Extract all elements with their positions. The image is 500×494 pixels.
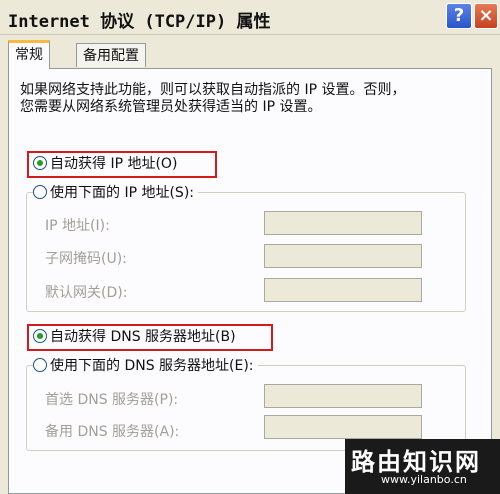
manual-dns-radio[interactable]: 使用下面的 DNS 服务器地址(E): xyxy=(33,356,258,376)
subnet-mask-field[interactable] xyxy=(264,244,422,268)
default-gateway-label: 默认网关(D): xyxy=(45,285,128,301)
tab-general[interactable]: 常规 xyxy=(8,40,50,69)
watermark: 路由知识网 www.yilanbo.cn xyxy=(345,439,500,494)
window-title: Internet 协议 (TCP/IP) 属性 xyxy=(8,12,271,32)
auto-dns-label: 自动获得 DNS 服务器地址(B) xyxy=(50,329,236,345)
alternate-dns-field[interactable] xyxy=(264,415,422,439)
description-text: 如果网络支持此功能，则可以获取自动指派的 IP 设置。否则， 您需要从网络系统管… xyxy=(20,82,480,116)
preferred-dns-field[interactable] xyxy=(264,384,422,408)
watermark-url: www.yilanbo.cn xyxy=(381,473,467,486)
radio-selected-icon xyxy=(33,329,47,343)
alternate-dns-label: 备用 DNS 服务器(A): xyxy=(45,424,180,440)
ip-address-field[interactable] xyxy=(264,211,422,235)
manual-dns-label: 使用下面的 DNS 服务器地址(E): xyxy=(50,358,254,374)
preferred-dns-label: 首选 DNS 服务器(P): xyxy=(45,392,179,408)
description-line: 您需要从网络系统管理员处获得适当的 IP 设置。 xyxy=(20,99,322,115)
subnet-mask-label: 子网掩码(U): xyxy=(45,251,127,267)
auto-dns-radio[interactable]: 自动获得 DNS 服务器地址(B) xyxy=(33,327,236,347)
radio-selected-icon xyxy=(33,156,47,170)
manual-ip-radio[interactable]: 使用下面的 IP 地址(S): xyxy=(33,183,198,203)
help-button[interactable]: ? xyxy=(446,3,472,29)
title-bar: Internet 协议 (TCP/IP) 属性 ? × xyxy=(0,0,500,35)
ip-address-label: IP 地址(I): xyxy=(45,218,110,234)
radio-unselected-icon xyxy=(33,358,47,372)
close-button[interactable]: × xyxy=(474,3,498,29)
radio-unselected-icon xyxy=(33,185,47,199)
tab-alternate-config[interactable]: 备用配置 xyxy=(76,43,146,67)
description-line: 如果网络支持此功能，则可以获取自动指派的 IP 设置。否则， xyxy=(20,82,406,98)
manual-ip-label: 使用下面的 IP 地址(S): xyxy=(50,185,194,201)
watermark-title: 路由知识网 xyxy=(351,448,481,476)
auto-ip-label: 自动获得 IP 地址(O) xyxy=(50,156,178,172)
auto-ip-radio[interactable]: 自动获得 IP 地址(O) xyxy=(33,154,177,174)
default-gateway-field[interactable] xyxy=(264,278,422,302)
